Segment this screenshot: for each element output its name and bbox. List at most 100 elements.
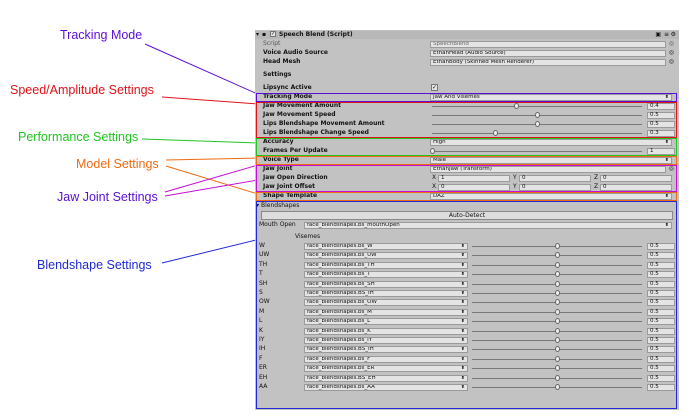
accuracy-dropdown[interactable]: High ⬍ <box>430 139 672 146</box>
slider-knob[interactable] <box>513 103 519 109</box>
viseme-blendshape-dropdown[interactable]: face_blendshapes.bs_TH ⬍ <box>304 261 468 269</box>
slider-knob[interactable] <box>534 112 540 118</box>
viseme-weight-value[interactable]: 0.5 <box>647 261 675 269</box>
viseme-blendshape-dropdown[interactable]: face_blendshapes.BS_IH ⬍ <box>304 346 468 354</box>
slider-knob[interactable] <box>554 355 560 362</box>
viseme-blendshape-dropdown[interactable]: face_blendshapes.bs_OW ⬍ <box>304 299 468 307</box>
jaw-offset-z[interactable]: 0 <box>600 184 672 191</box>
slider-knob[interactable] <box>554 243 560 249</box>
slider-knob[interactable] <box>554 290 560 296</box>
viseme-blendshape-dropdown[interactable]: face_blendshapes.bs_L ⬍ <box>304 318 468 326</box>
viseme-blendshape-dropdown[interactable]: face_blendshapes.bs_F ⬍ <box>304 355 468 363</box>
slider-knob[interactable] <box>554 280 560 287</box>
auto-detect-button[interactable]: Auto-Detect <box>261 211 673 220</box>
jaw-speed-value[interactable]: 0.5 <box>647 112 675 119</box>
lips-speed-value[interactable]: 0.3 <box>647 130 675 137</box>
viseme-blendshape-dropdown[interactable]: face_blendshapes.bs_SH ⬍ <box>304 280 468 288</box>
viseme-row: AA face_blendshapes.bs_AA ⬍ 0.5 <box>255 383 679 391</box>
slider-knob[interactable] <box>554 384 560 390</box>
accuracy-label: Accuracy <box>263 138 294 145</box>
viseme-weight-value[interactable]: 0.5 <box>647 299 675 307</box>
slider-knob[interactable] <box>554 299 560 306</box>
jaw-direction-y[interactable]: 0 <box>519 175 591 182</box>
slider-knob[interactable] <box>554 252 560 259</box>
accuracy-row: Accuracy High ⬍ <box>255 138 679 146</box>
frames-value[interactable]: 1 <box>647 148 675 155</box>
slider-knob[interactable] <box>534 121 540 127</box>
dropdown-arrow-icon: ⬍ <box>460 337 465 343</box>
jaw-speed-row: Jaw Movement Speed 0.5 <box>255 111 679 119</box>
shape-template-dropdown[interactable]: DAZ ⬍ <box>430 193 672 200</box>
viseme-blendshape-dropdown[interactable]: face_blendshapes.bs_ER ⬍ <box>304 365 468 373</box>
viseme-weight-value[interactable]: 0.5 <box>647 271 675 279</box>
jaw-amount-value[interactable]: 0.4 <box>647 103 675 110</box>
voice-source-field[interactable]: EthanHead (Audio Source) <box>430 50 666 57</box>
viseme-weight-value[interactable]: 0.5 <box>647 337 675 344</box>
viseme-blendshape-dropdown[interactable]: face_blendshapes.bs_AA ⬍ <box>304 384 468 391</box>
slider-knob[interactable] <box>554 337 560 343</box>
head-mesh-field[interactable]: EthanBody (Skinned Mesh Renderer) <box>430 59 666 66</box>
slider-knob[interactable] <box>554 374 560 381</box>
slider-knob[interactable] <box>554 365 560 372</box>
help-icon[interactable]: ▣ <box>655 31 661 39</box>
object-picker-icon[interactable]: ◎ <box>669 40 674 48</box>
lips-speed-label: Lips Blendshape Change Speed <box>263 129 369 136</box>
jaw-amount-label: Jaw Movement Amount <box>263 102 341 109</box>
slider-track[interactable] <box>432 133 642 134</box>
viseme-weight-value[interactable]: 0.5 <box>647 318 675 326</box>
jaw-offset-x[interactable]: 0 <box>438 184 510 191</box>
viseme-weight-value[interactable]: 0.5 <box>647 243 675 250</box>
lipsync-checkbox[interactable]: ✓ <box>431 84 438 91</box>
slider-track[interactable] <box>432 106 642 107</box>
viseme-blendshape-dropdown[interactable]: face_blendshapes.bs_T ⬍ <box>304 271 468 279</box>
viseme-weight-value[interactable]: 0.5 <box>647 290 675 297</box>
viseme-blendshape-dropdown[interactable]: face_blendshapes.bs_IY ⬍ <box>304 337 468 344</box>
blendshapes-foldout[interactable]: ▾ Blendshapes <box>255 202 679 210</box>
slider-knob[interactable] <box>554 271 560 278</box>
viseme-label: SH <box>259 279 268 287</box>
viseme-weight-value[interactable]: 0.5 <box>647 346 675 354</box>
tracking-dropdown[interactable]: Jaw And Visemes ⬍ <box>430 94 672 101</box>
slider-knob[interactable] <box>554 261 560 268</box>
foldout-arrow-icon[interactable]: ▾ <box>256 202 259 210</box>
object-picker-icon[interactable]: ◎ <box>669 165 674 173</box>
mouth-open-dropdown[interactable]: face_blendshapes.bs_mouthOpen ⬍ <box>304 222 672 229</box>
dropdown-arrow-icon: ⬍ <box>664 193 669 199</box>
slider-knob[interactable] <box>554 346 560 353</box>
foldout-arrow-icon[interactable]: ▾ <box>256 31 259 39</box>
viseme-blendshape-dropdown[interactable]: face_blendshapes.BS_IH ⬍ <box>304 290 468 297</box>
object-picker-icon[interactable]: ◎ <box>669 58 674 66</box>
viseme-blendshape-dropdown[interactable]: face_blendshapes.BS_EH ⬍ <box>304 374 468 382</box>
slider-knob[interactable] <box>492 130 498 136</box>
viseme-weight-value[interactable]: 0.5 <box>647 252 675 260</box>
viseme-weight-value[interactable]: 0.5 <box>647 374 675 382</box>
slider-knob[interactable] <box>554 308 560 315</box>
jaw-direction-z[interactable]: 0 <box>600 175 672 182</box>
viseme-weight-value[interactable]: 0.5 <box>647 327 675 335</box>
jaw-joint-field[interactable]: EthanJaw (Transform) <box>430 166 666 173</box>
viseme-weight-value[interactable]: 0.5 <box>647 365 675 373</box>
viseme-weight-value[interactable]: 0.5 <box>647 308 675 316</box>
object-picker-icon[interactable]: ◎ <box>669 49 674 57</box>
viseme-blendshape-dropdown[interactable]: face_blendshapes.bs_M ⬍ <box>304 308 468 316</box>
slider-knob[interactable] <box>429 148 435 154</box>
jaw-offset-y[interactable]: 0 <box>519 184 591 191</box>
viseme-blendshape-dropdown[interactable]: face_blendshapes.bs_W ⬍ <box>304 243 468 250</box>
viseme-blendshape-dropdown[interactable]: face_blendshapes.bs_K ⬍ <box>304 327 468 335</box>
slider-knob[interactable] <box>554 318 560 325</box>
viseme-weight-value[interactable]: 0.5 <box>647 384 675 391</box>
viseme-weight-value[interactable]: 0.5 <box>647 355 675 363</box>
slider-knob[interactable] <box>554 327 560 334</box>
component-enabled-checkbox[interactable]: ✓ <box>270 31 276 37</box>
gear-icon[interactable]: ⚙ <box>671 31 676 39</box>
jaw-direction-x[interactable]: 1 <box>438 175 510 182</box>
viseme-weight-value[interactable]: 0.5 <box>647 280 675 288</box>
viseme-blendshape-dropdown[interactable]: face_blendshapes.bs_UW ⬍ <box>304 252 468 260</box>
component-header[interactable]: ▾ ▪ ✓ Speech Blend (Script) ▣ ≡ ⚙ <box>255 31 679 39</box>
slider-track[interactable] <box>432 151 642 152</box>
preset-icon[interactable]: ≡ <box>664 31 669 39</box>
viseme-row: IH face_blendshapes.BS_IH ⬍ 0.5 <box>255 345 679 354</box>
dropdown-arrow-icon: ⬍ <box>664 157 669 163</box>
lips-amount-value[interactable]: 0.5 <box>647 121 675 128</box>
voice-type-dropdown[interactable]: Male ⬍ <box>430 157 672 164</box>
